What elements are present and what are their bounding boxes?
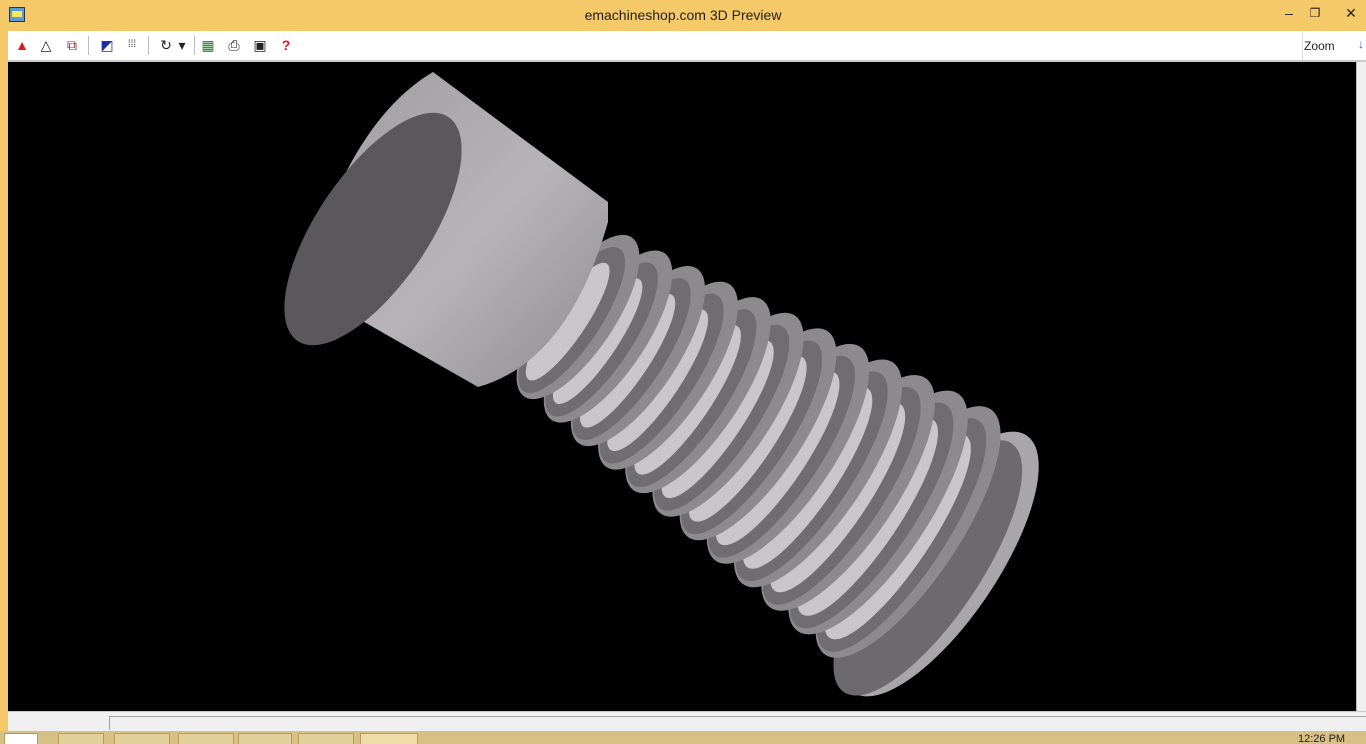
close-button[interactable]: ✕ [1338,4,1364,24]
zoom-divider [1302,31,1303,60]
zoom-label[interactable]: Zoom [1304,39,1335,53]
rotate-icon[interactable]: ↻ [156,35,176,55]
toolbar: ▲ △ ⧉ ◩ ⁞⁞⁞ ↻ ▾ ▦ ⎙ ▣ ? Zoom ↓ [8,31,1366,61]
maximize-button[interactable]: ❐ [1302,4,1328,24]
taskbar-chrome[interactable] [238,733,292,744]
threaded-part [284,72,1039,697]
rotate-dropdown-icon[interactable]: ▾ [176,35,188,55]
toolbar-separator [88,36,89,55]
vertical-scrollbar[interactable] [1356,62,1366,711]
taskbar-explorer[interactable] [114,733,170,744]
title-bar[interactable]: emachineshop.com 3D Preview – ❐ ✕ [0,0,1366,31]
window-title: emachineshop.com 3D Preview [584,7,782,23]
3d-viewport[interactable] [8,62,1356,711]
zoom-arrow-icon[interactable]: ↓ [1358,37,1364,51]
color-icon[interactable]: ◩ [97,35,117,55]
minimize-button[interactable]: – [1276,4,1302,24]
taskbar-photos[interactable] [298,733,354,744]
parts-view-icon[interactable]: ⧉ [62,35,82,55]
grid-icon[interactable]: ⁞⁞⁞ [122,35,142,55]
taskbar-emachineshop[interactable] [360,733,418,744]
palette-icon[interactable]: ▦ [198,35,218,55]
solid-view-icon[interactable]: ▲ [12,35,32,55]
wireframe-view-icon[interactable]: △ [36,35,56,55]
toolbar-separator [148,36,149,55]
taskbar-browser[interactable] [58,733,104,744]
start-button[interactable] [4,733,38,744]
toolbar-separator [194,36,195,55]
taskbar-clock[interactable]: 12:26 PM [1298,733,1345,744]
help-icon[interactable]: ? [276,35,296,55]
taskbar-app-red[interactable] [178,733,234,744]
status-bar [8,711,1366,731]
print-icon[interactable]: ⎙ [224,35,244,55]
taskbar: 12:26 PM [0,731,1366,744]
status-pane [109,716,1366,730]
part-render [284,72,1039,697]
app-window: emachineshop.com 3D Preview – ❐ ✕ ▲ △ ⧉ … [0,0,1366,744]
save-icon[interactable]: ▣ [250,35,270,55]
